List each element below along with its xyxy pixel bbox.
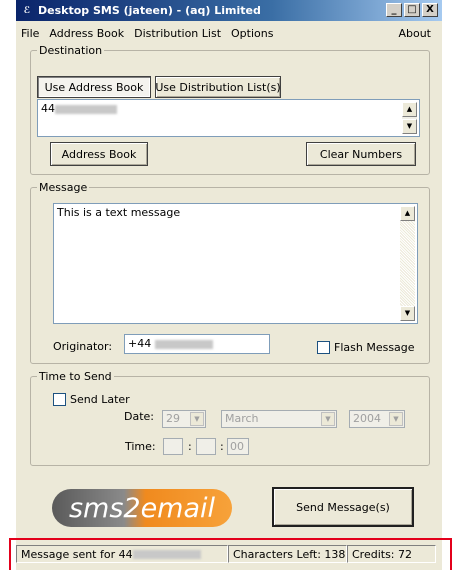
menu-address-book[interactable]: Address Book — [44, 27, 129, 40]
menu-options[interactable]: Options — [226, 27, 278, 40]
hour-field[interactable] — [163, 438, 183, 455]
scroll-down-arrow-icon[interactable]: ▼ — [402, 119, 417, 134]
time-label: Time: — [125, 440, 156, 453]
sms2email-logo: sms2email — [52, 489, 232, 527]
time-separator: : — [220, 440, 224, 453]
message-text: This is a text message — [57, 206, 181, 219]
originator-label: Originator: — [53, 340, 113, 353]
time-to-send-legend: Time to Send — [39, 370, 112, 383]
originator-prefix: +44 — [128, 337, 152, 350]
use-address-book-tab[interactable]: Use Address Book — [37, 76, 151, 98]
use-distribution-list-tab[interactable]: Use Distribution List(s) — [155, 76, 281, 98]
close-button[interactable]: X — [422, 3, 438, 17]
year-value: 2004 — [353, 412, 381, 425]
highlight-box — [9, 538, 452, 570]
send-later-checkbox[interactable] — [53, 393, 66, 406]
sms-app-icon: ℰ — [23, 5, 31, 16]
month-select[interactable]: March ▼ — [221, 410, 337, 428]
window-title: Desktop SMS (jateen) - (aq) Limited — [38, 4, 261, 17]
flash-message-label: Flash Message — [334, 341, 415, 354]
menu-file[interactable]: File — [16, 27, 44, 40]
redacted-originator — [155, 339, 214, 349]
logo-text: sms2email — [68, 492, 216, 524]
month-value: March — [225, 412, 259, 425]
redacted-number — [55, 104, 117, 114]
destination-legend: Destination — [39, 44, 103, 57]
title-bar: ℰ Desktop SMS (jateen) - (aq) Limited _ … — [16, 0, 442, 21]
maximize-button[interactable]: □ — [404, 3, 420, 17]
address-book-button[interactable]: Address Book — [50, 142, 148, 166]
chevron-down-icon[interactable]: ▼ — [389, 412, 403, 426]
menu-bar: File Address Book Distribution List Opti… — [16, 24, 442, 42]
numbers-scrollbar[interactable]: ▲ ▼ — [402, 102, 417, 134]
send-later-label: Send Later — [70, 393, 130, 406]
minute-field[interactable] — [196, 438, 216, 455]
clear-numbers-button[interactable]: Clear Numbers — [306, 142, 416, 166]
numbers-field[interactable]: 44 ▲ ▼ — [37, 99, 420, 137]
originator-field[interactable]: +44 — [124, 334, 270, 354]
time-separator: : — [188, 440, 192, 453]
menu-distribution-list[interactable]: Distribution List — [129, 27, 226, 40]
message-text-area[interactable]: This is a text message ▲ ▼ — [53, 203, 418, 324]
scroll-up-arrow-icon[interactable]: ▲ — [400, 206, 415, 221]
year-select[interactable]: 2004 ▼ — [349, 410, 405, 428]
minimize-button[interactable]: _ — [386, 3, 402, 17]
numbers-prefix: 44 — [41, 102, 55, 115]
menu-about[interactable]: About — [393, 27, 436, 40]
day-select[interactable]: 29 ▼ — [162, 410, 206, 428]
send-messages-button[interactable]: Send Message(s) — [272, 487, 414, 527]
date-label: Date: — [124, 410, 154, 423]
app-window: ℰ Desktop SMS (jateen) - (aq) Limited _ … — [16, 0, 442, 570]
message-scrollbar[interactable]: ▲ ▼ — [400, 206, 415, 321]
scroll-down-arrow-icon[interactable]: ▼ — [400, 306, 415, 321]
message-legend: Message — [39, 181, 88, 194]
chevron-down-icon[interactable]: ▼ — [321, 412, 335, 426]
flash-message-checkbox[interactable] — [317, 341, 330, 354]
scroll-up-arrow-icon[interactable]: ▲ — [402, 102, 417, 117]
second-field[interactable]: 00 — [227, 438, 249, 455]
seconds-value: 00 — [230, 440, 244, 453]
chevron-down-icon[interactable]: ▼ — [190, 412, 204, 426]
day-value: 29 — [166, 412, 180, 425]
